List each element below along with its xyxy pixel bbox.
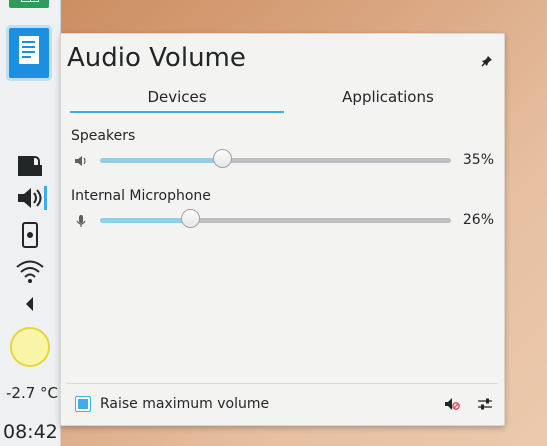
mute-speaker-icon[interactable] [444, 396, 460, 412]
active-tab-indicator [70, 111, 284, 113]
footer-divider [67, 383, 498, 384]
device-name-microphone: Internal Microphone [71, 188, 211, 204]
speaker-icon[interactable] [74, 153, 88, 167]
raise-max-volume-checkbox[interactable] [75, 396, 91, 412]
expand-arrow-icon[interactable] [16, 291, 44, 317]
volume-handle-speakers[interactable] [212, 149, 232, 168]
temperature-label[interactable]: -2.7 °C [6, 384, 58, 402]
settings-sliders-icon[interactable] [477, 396, 493, 412]
volume-fill-microphone [100, 218, 192, 223]
lock-icon[interactable] [16, 152, 44, 178]
microphone-icon[interactable] [74, 213, 88, 227]
audio-volume-popup: Audio Volume Devices Applications Speake… [60, 33, 505, 426]
volume-handle-microphone[interactable] [181, 209, 201, 228]
wifi-icon[interactable] [16, 258, 44, 284]
tray-active-indicator [44, 186, 47, 210]
speaker-icon[interactable] [16, 185, 44, 211]
spreadsheet-icon [21, 0, 39, 2]
volume-fill-speakers [100, 158, 223, 163]
document-icon [19, 36, 39, 64]
volume-slider-microphone[interactable] [100, 209, 451, 228]
phone-icon[interactable] [16, 222, 44, 248]
tab-devices[interactable]: Devices [70, 88, 284, 112]
volume-percent-speakers: 35% [462, 152, 494, 168]
volume-percent-microphone: 26% [462, 212, 494, 228]
raise-max-volume-label[interactable]: Raise maximum volume [100, 396, 269, 412]
sun-icon[interactable] [10, 327, 50, 367]
popup-title: Audio Volume [67, 43, 246, 73]
spreadsheet-launcher[interactable] [9, 0, 49, 8]
document-launcher[interactable] [9, 28, 49, 78]
clock[interactable]: 08:42 [3, 421, 58, 443]
volume-slider-speakers[interactable] [100, 149, 451, 168]
taskbar-panel: -2.7 °C 08:42 [0, 0, 61, 446]
tab-applications[interactable]: Applications [282, 88, 494, 112]
device-name-speakers: Speakers [71, 128, 136, 144]
pin-icon[interactable] [480, 53, 494, 67]
